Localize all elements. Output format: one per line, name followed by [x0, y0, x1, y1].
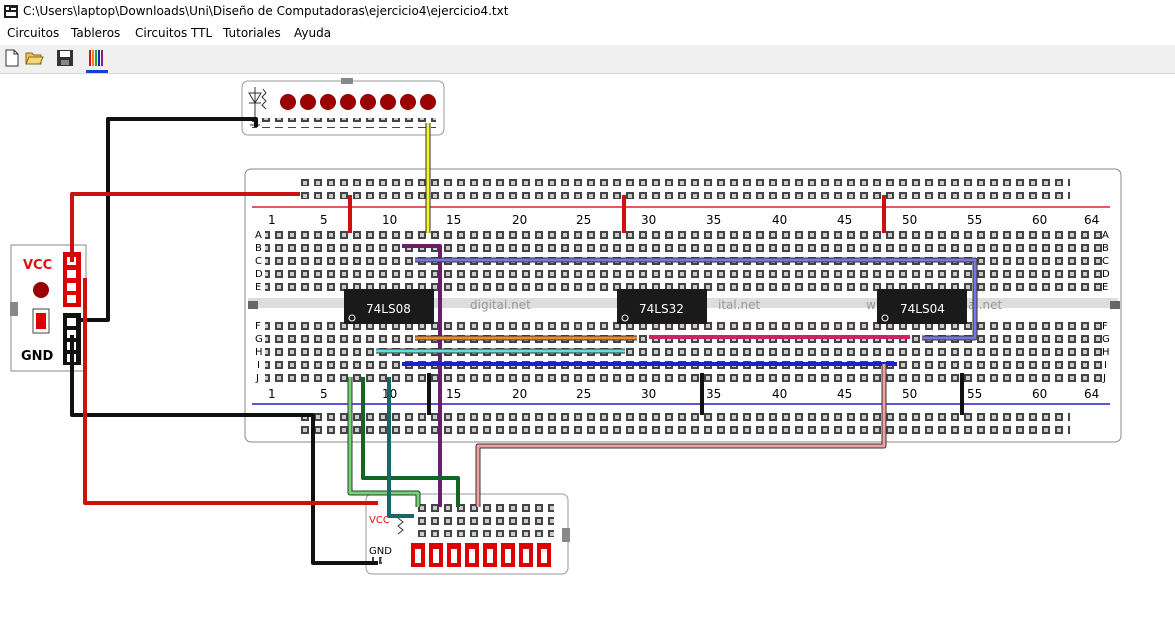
chip-label: 74LS04: [900, 302, 945, 316]
chip-label: 74LS08: [366, 302, 411, 316]
row-letter: D: [255, 269, 263, 280]
row-letter: C: [1102, 256, 1109, 267]
chip-74ls08[interactable]: 74LS08: [344, 289, 434, 324]
toolbar: [0, 44, 1175, 74]
row-letter: E: [255, 282, 261, 293]
watermark-text: ital.net: [718, 298, 761, 312]
column-number: 25: [576, 213, 591, 227]
column-number: 1: [268, 213, 276, 227]
save-icon[interactable]: [55, 48, 75, 68]
bottom-rail-holes-lower[interactable]: [296, 424, 1070, 434]
menu-tutoriales[interactable]: Tutoriales: [223, 26, 281, 40]
column-number: 45: [837, 213, 852, 227]
column-number: 20: [512, 213, 527, 227]
gnd-label: GND: [21, 349, 54, 364]
app-icon: [4, 5, 18, 18]
switch-output-holes[interactable]: [414, 501, 554, 537]
column-number: 55: [967, 387, 982, 401]
column-number: 64: [1084, 213, 1099, 227]
column-number: 5: [320, 213, 328, 227]
row-letter: J: [255, 373, 259, 384]
wire-black: [76, 117, 258, 322]
row-letter: C: [255, 256, 262, 267]
watermark-text: digital.net: [470, 298, 531, 312]
menu-bar: Circuitos Tableros Circuitos TTL Tutoria…: [0, 24, 1175, 44]
led-input-holes[interactable]: [252, 118, 436, 128]
column-number: 50: [902, 387, 917, 401]
chip-label: 74LS32: [639, 302, 684, 316]
column-number: 5: [320, 387, 328, 401]
switch-module[interactable]: VCC GND: [365, 493, 570, 575]
menu-tableros[interactable]: Tableros: [71, 26, 120, 40]
column-number: 40: [772, 387, 787, 401]
row-letter: F: [255, 321, 261, 332]
column-number: 30: [641, 387, 656, 401]
row-letter: I: [257, 360, 260, 371]
menu-circuitos[interactable]: Circuitos: [7, 26, 59, 40]
circuit-canvas[interactable]: digital.net ital.net w al.net 1 5 10 15 …: [0, 73, 1175, 626]
row-letter: E: [1102, 282, 1108, 293]
chip-74ls04[interactable]: 74LS04: [877, 289, 967, 324]
row-letter: D: [1102, 269, 1110, 280]
top-rail-holes-lower[interactable]: [296, 189, 1070, 199]
row-letter: A: [255, 230, 262, 241]
power-module[interactable]: VCC GND: [10, 244, 87, 372]
column-number: 10: [382, 213, 397, 227]
row-letter: J: [1102, 373, 1106, 384]
row-letter: G: [255, 334, 263, 345]
row-letter: G: [1102, 334, 1110, 345]
column-number: 60: [1032, 387, 1047, 401]
column-number: 20: [512, 387, 527, 401]
column-number: 55: [967, 213, 982, 227]
row-letter: H: [255, 347, 263, 358]
column-number: 15: [446, 387, 461, 401]
column-number: 40: [772, 213, 787, 227]
led-module[interactable]: [241, 78, 445, 136]
switch-vcc-label: VCC: [369, 515, 390, 526]
watermark-text: w: [866, 298, 876, 312]
menu-circuitos-ttl[interactable]: Circuitos TTL: [135, 26, 212, 40]
row-letter: I: [1104, 360, 1107, 371]
column-number: 1: [268, 387, 276, 401]
top-rail-holes-upper[interactable]: [296, 176, 1070, 186]
column-number: 30: [641, 213, 656, 227]
row-letter: F: [1102, 321, 1108, 332]
column-number: 50: [902, 213, 917, 227]
row-letter: B: [255, 243, 262, 254]
row-letter: H: [1102, 347, 1110, 358]
title-bar: C:\Users\laptop\Downloads\Uni\Diseño de …: [0, 0, 1175, 24]
column-number: 60: [1032, 213, 1047, 227]
menu-ayuda[interactable]: Ayuda: [294, 26, 331, 40]
chip-74ls32[interactable]: 74LS32: [617, 289, 707, 324]
column-number: 15: [446, 213, 461, 227]
column-number: 45: [837, 387, 852, 401]
power-led: [33, 282, 49, 298]
new-file-icon[interactable]: [2, 48, 22, 68]
breadboard[interactable]: digital.net ital.net w al.net 1 5 10 15 …: [244, 168, 1122, 443]
bottom-rail-holes-upper[interactable]: [296, 411, 1070, 421]
column-number: 35: [706, 387, 721, 401]
row-letter: B: [1102, 243, 1109, 254]
switch-gnd-label: GND: [369, 546, 392, 557]
row-letter: A: [1102, 230, 1109, 241]
window-title: C:\Users\laptop\Downloads\Uni\Diseño de …: [23, 4, 509, 18]
column-number: 25: [576, 387, 591, 401]
column-number: 64: [1084, 387, 1099, 401]
wires-icon[interactable]: [87, 48, 107, 68]
column-number: 35: [706, 213, 721, 227]
vcc-label: VCC: [23, 258, 52, 273]
open-folder-icon[interactable]: [24, 48, 44, 68]
